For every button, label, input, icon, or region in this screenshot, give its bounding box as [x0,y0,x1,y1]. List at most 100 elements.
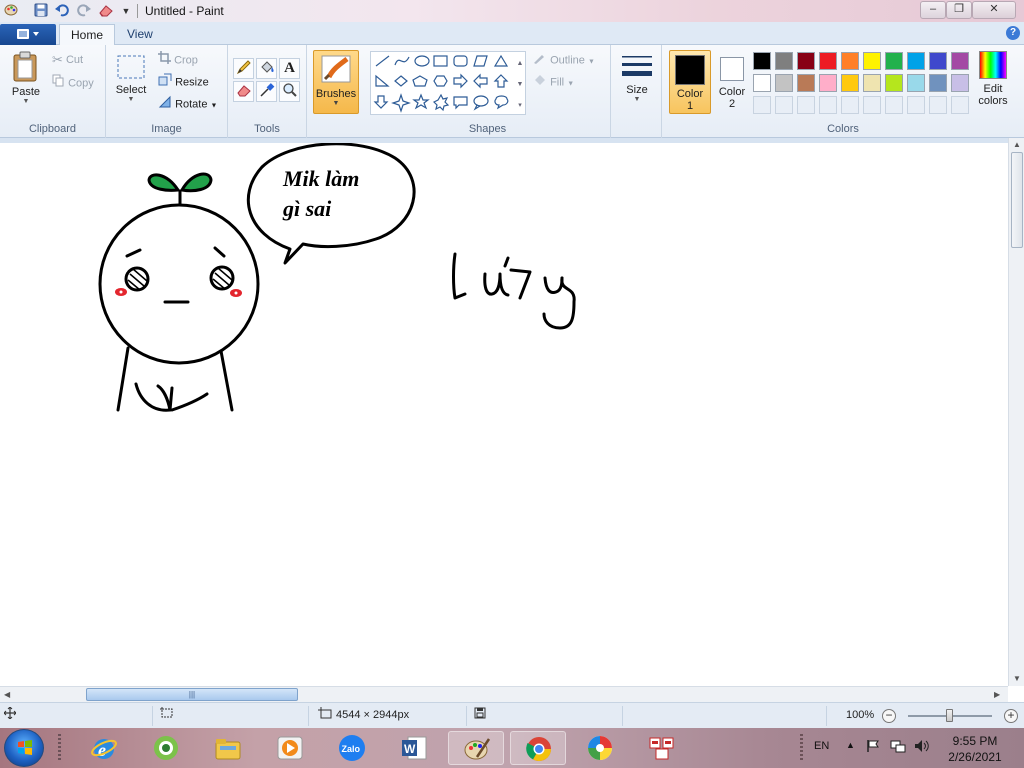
pencil-icon[interactable] [233,58,254,79]
rotate-button[interactable]: Rotate ▼ [158,95,217,113]
crop-button[interactable]: Crop [158,51,198,69]
restore-button[interactable]: ❐ [946,1,972,19]
color-swatch[interactable] [797,52,815,70]
undo-icon[interactable] [54,3,70,19]
custom-color-slot[interactable] [775,96,793,114]
zoom-slider[interactable] [908,709,992,722]
custom-color-slot[interactable] [753,96,771,114]
color2-label: Color [718,86,746,98]
resize-button[interactable]: Resize [158,73,209,91]
color-picker-icon[interactable] [256,81,277,102]
eraser-icon[interactable] [98,3,114,19]
edit-colors-button[interactable]: Edit colors [972,51,1014,113]
taskbar-app-explorer[interactable] [200,731,256,765]
taskbar-app-coccoc[interactable] [138,731,194,765]
outline-button[interactable]: Outline ▼ [533,51,595,69]
custom-color-slot[interactable] [797,96,815,114]
brushes-button[interactable]: Brushes ▼ [313,50,359,114]
taskbar-app-colorful[interactable] [572,731,628,765]
horizontal-scrollbar[interactable]: ◀ ||| ▶ [0,686,1008,702]
action-center-flag-icon[interactable] [866,739,880,756]
start-button[interactable] [4,729,44,767]
color2-button[interactable]: Color 2 [714,50,750,114]
color-swatch[interactable] [951,74,969,92]
scroll-up-icon[interactable]: ▲ [1013,140,1021,149]
color-swatch[interactable] [885,74,903,92]
taskbar-app-media[interactable] [262,731,318,765]
customize-dropdown-icon[interactable]: ▼ [118,3,134,19]
scroll-left-icon[interactable]: ◀ [4,690,10,699]
volume-icon[interactable] [914,739,930,756]
color-swatch[interactable] [753,52,771,70]
app-icon [648,734,676,762]
color-swatch[interactable] [841,74,859,92]
color-swatch[interactable] [907,74,925,92]
magnifier-icon[interactable] [279,81,300,102]
shapes-scroll[interactable]: ▲ ▼ ▾ [515,53,525,116]
fill-icon[interactable] [256,58,277,79]
color-swatch[interactable] [885,52,903,70]
clock[interactable]: 9:55 PM 2/26/2021 [940,733,1010,765]
taskbar-app-word[interactable]: W [386,731,442,765]
save-icon[interactable] [33,3,49,19]
vertical-scroll-thumb[interactable] [1011,152,1023,248]
paint-app-icon[interactable] [3,3,19,19]
show-hidden-icons-icon[interactable]: ▲ [846,740,855,750]
color1-button[interactable]: Color 1 [669,50,711,114]
image-size-icon [318,707,332,722]
minimize-button[interactable]: – [920,1,946,19]
color-swatch[interactable] [819,74,837,92]
custom-color-slot[interactable] [841,96,859,114]
select-button[interactable]: Select ▼ [114,53,148,103]
color-swatch[interactable] [819,52,837,70]
custom-color-slot[interactable] [951,96,969,114]
custom-color-slot[interactable] [907,96,925,114]
edit-colors-label-2: colors [978,95,1008,107]
scroll-right-icon[interactable]: ▶ [994,690,1000,699]
fill-button[interactable]: Fill ▼ [533,73,574,91]
taskbar-app-zalo[interactable]: Zalo [324,731,380,765]
zoom-slider-thumb[interactable] [946,709,953,722]
network-icon[interactable] [890,739,906,756]
text-icon[interactable]: A [279,58,300,79]
scroll-down-icon[interactable]: ▼ [1013,674,1021,683]
zoom-in-button[interactable]: + [1004,709,1018,723]
custom-color-slot[interactable] [929,96,947,114]
color-swatch[interactable] [907,52,925,70]
color-swatch[interactable] [863,74,881,92]
color-swatch[interactable] [951,52,969,70]
color-swatch[interactable] [841,52,859,70]
copy-button[interactable]: Copy [52,74,94,92]
taskbar-app-paint[interactable] [448,731,504,765]
help-icon[interactable]: ? [1006,26,1020,40]
zoom-out-button[interactable]: − [882,709,896,723]
drawing-canvas[interactable]: Mik làm gì sai [0,138,1008,686]
eraser-tool-icon[interactable] [233,81,254,102]
tab-home[interactable]: Home [59,24,116,46]
color-swatch[interactable] [775,74,793,92]
custom-color-slot[interactable] [819,96,837,114]
color-swatch[interactable] [929,52,947,70]
custom-color-slot[interactable] [863,96,881,114]
vertical-scrollbar[interactable]: ▲ ▼ [1008,138,1024,686]
color2-swatch [720,57,744,81]
color2-number: 2 [728,98,736,110]
language-indicator[interactable]: EN [814,740,829,752]
taskbar-app-other[interactable] [634,731,690,765]
color-swatch[interactable] [797,74,815,92]
close-button[interactable]: ✕ [972,1,1016,19]
horizontal-scroll-thumb[interactable]: ||| [86,688,298,701]
color-swatch[interactable] [863,52,881,70]
redo-icon[interactable] [76,3,92,19]
tab-view[interactable]: View [116,24,164,46]
color-swatch[interactable] [753,74,771,92]
paste-button[interactable]: Paste ▼ [6,51,46,105]
color-swatch[interactable] [775,52,793,70]
color-swatch[interactable] [929,74,947,92]
taskbar-app-ie[interactable]: e [76,731,132,765]
size-button[interactable]: Size ▼ [619,53,655,103]
custom-color-slot[interactable] [885,96,903,114]
cut-button[interactable]: ✂ Cut [52,51,83,69]
file-menu-button[interactable] [0,24,56,45]
taskbar-app-chrome[interactable] [510,731,566,765]
